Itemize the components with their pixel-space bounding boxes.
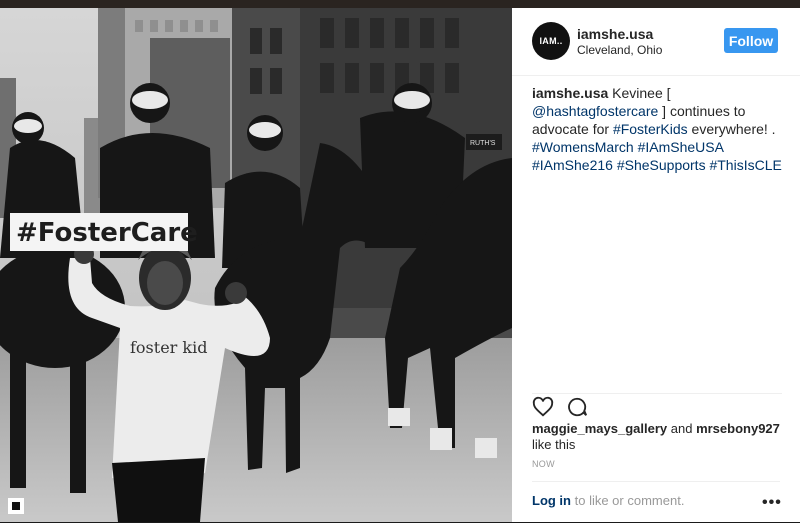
caption-author-link[interactable]: iamshe.usa bbox=[532, 85, 608, 101]
heart-icon[interactable] bbox=[532, 396, 554, 418]
top-strip bbox=[0, 0, 800, 8]
post-header: IAM.. iamshe.usa Cleveland, Ohio Follow bbox=[512, 8, 800, 76]
photo-illustration: RUTH'S foster kid #FosterCare bbox=[0, 8, 512, 522]
hashtag-link[interactable]: #IAmShe216 bbox=[532, 157, 613, 173]
comment-icon[interactable] bbox=[566, 396, 588, 418]
hashtag-link[interactable]: #FosterKids bbox=[613, 121, 688, 137]
post-sidebar: IAM.. iamshe.usa Cleveland, Ohio Follow … bbox=[512, 8, 800, 522]
caption-mention-link[interactable]: @hashtagfostercare bbox=[532, 103, 658, 119]
likes-text: like this bbox=[532, 437, 576, 452]
hashtag-link[interactable]: #IAmSheUSA bbox=[638, 139, 724, 155]
likes-text: and bbox=[667, 421, 697, 436]
login-link[interactable]: Log in bbox=[532, 493, 571, 508]
liker-link[interactable]: maggie_mays_gallery bbox=[532, 421, 667, 436]
liker-link[interactable]: mrsebony927 bbox=[696, 421, 780, 436]
hashtag-link[interactable]: #SheSupports bbox=[617, 157, 706, 173]
shirt-text: foster kid bbox=[130, 338, 207, 357]
login-text: to like or comment. bbox=[571, 493, 685, 508]
avatar-text: IAM.. bbox=[539, 36, 563, 46]
hashtag-link[interactable]: #WomensMarch bbox=[532, 139, 634, 155]
post-caption: iamshe.usa Kevinee [ @hashtagfostercare … bbox=[532, 84, 784, 174]
post-footer: Log in to like or comment. ••• bbox=[532, 481, 782, 523]
username-link[interactable]: iamshe.usa bbox=[577, 26, 653, 42]
building-sign-text: RUTH'S bbox=[470, 140, 496, 147]
hashtag-link[interactable]: #ThisIsCLE bbox=[709, 157, 781, 173]
action-bar bbox=[532, 393, 782, 418]
caption-text: Kevinee [ bbox=[608, 85, 671, 101]
caption-text: everywhere! . bbox=[687, 121, 776, 137]
sign-text: #FosterCare bbox=[16, 218, 198, 248]
login-prompt: Log in to like or comment. bbox=[532, 493, 684, 508]
post-photo[interactable]: RUTH'S foster kid #FosterCare bbox=[0, 8, 512, 522]
post-timestamp[interactable]: NOW bbox=[532, 459, 555, 469]
likes-summary: maggie_mays_gallery and mrsebony927 like… bbox=[532, 421, 792, 453]
follow-button[interactable]: Follow bbox=[724, 28, 778, 53]
avatar[interactable]: IAM.. bbox=[532, 22, 570, 60]
location-link[interactable]: Cleveland, Ohio bbox=[577, 43, 662, 57]
more-options-icon[interactable]: ••• bbox=[762, 494, 782, 512]
